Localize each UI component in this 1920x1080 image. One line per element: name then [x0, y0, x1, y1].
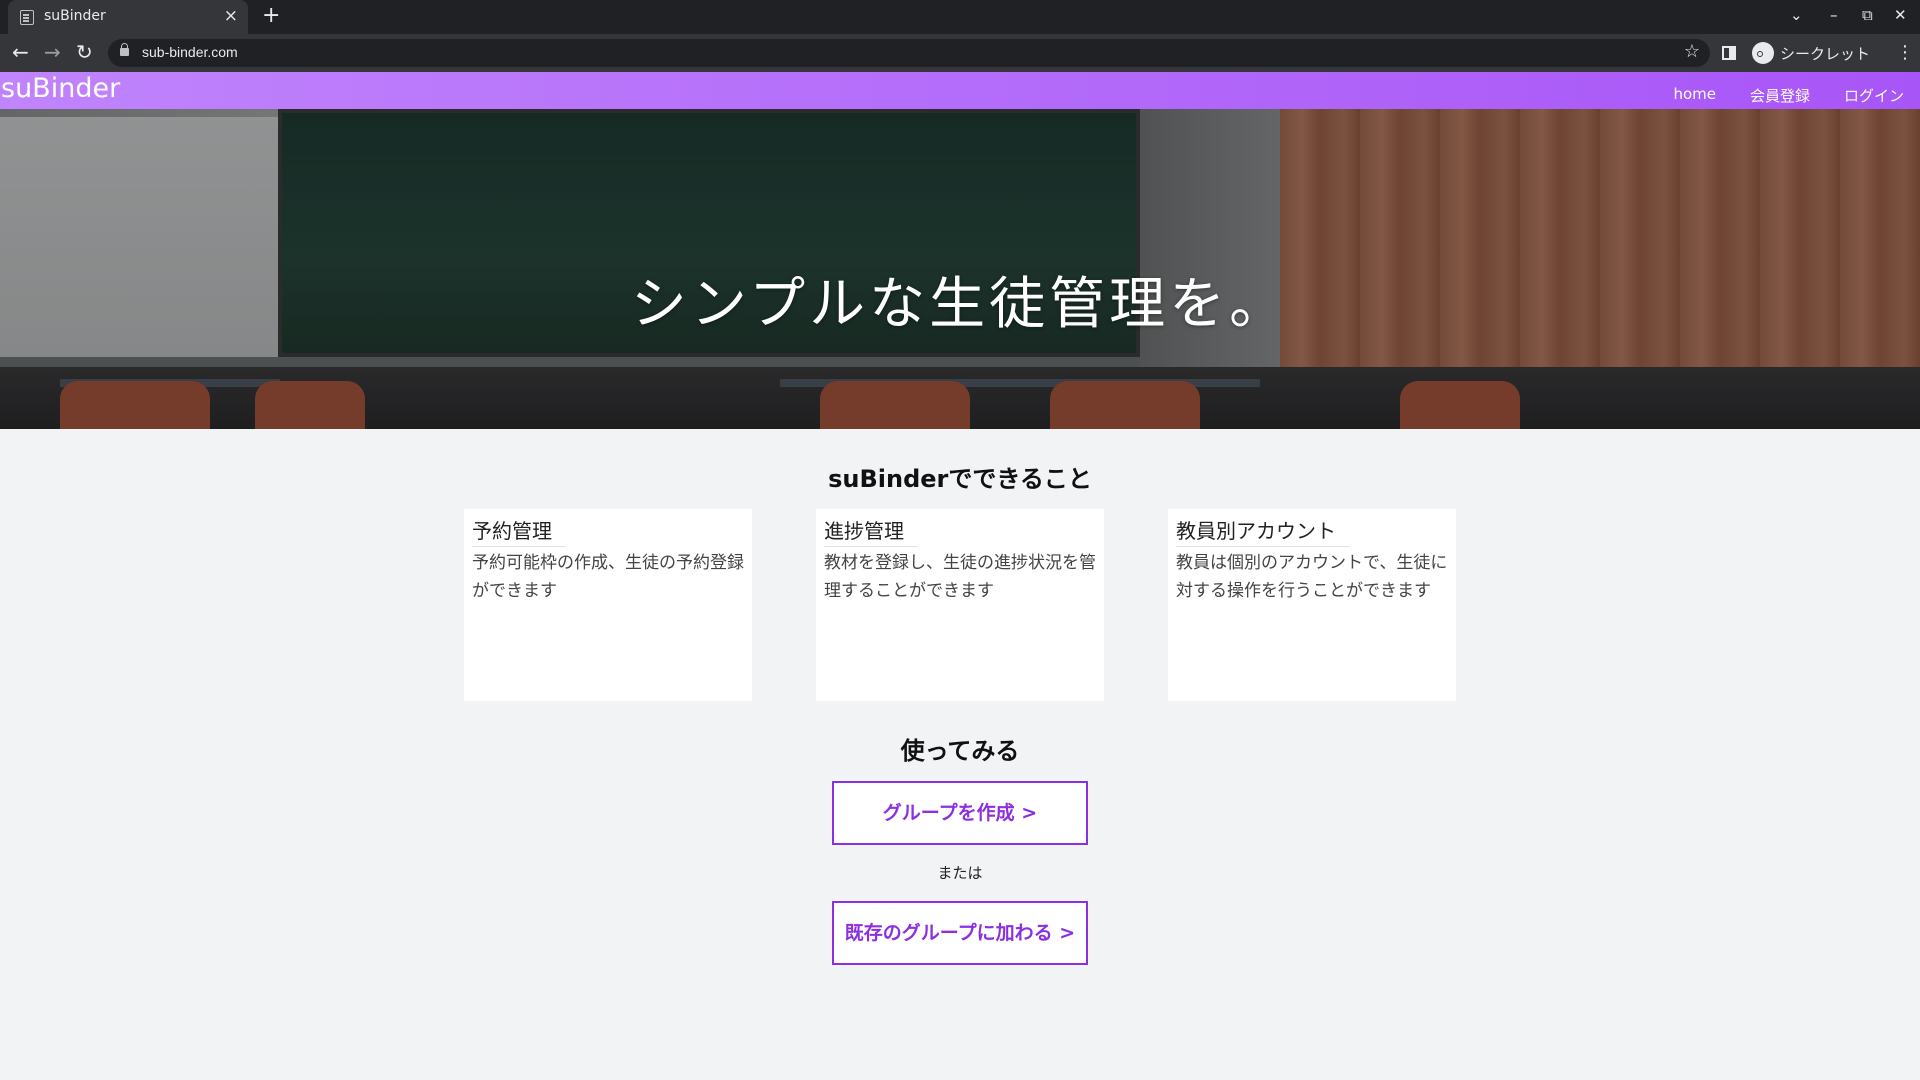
url-text[interactable]: sub-binder.com — [142, 44, 238, 60]
feature-card-description: 教材を登録し、生徒の進捗状況を管理することができます — [824, 553, 1096, 601]
feature-card-title: 予約管理 — [472, 515, 566, 547]
or-separator: または — [937, 864, 983, 882]
minimize-icon[interactable]: – — [1830, 6, 1838, 24]
hero-title: シンプルな生徒管理を。 — [630, 272, 1290, 337]
nav-home-link[interactable]: home — [1673, 85, 1716, 106]
browser-toolbar: ← → ↻ sub-binder.com ☆ シークレット ⋮ — [0, 34, 1920, 72]
forward-icon[interactable]: → — [44, 40, 61, 64]
bookmark-star-icon[interactable]: ☆ — [1684, 41, 1700, 62]
join-group-button[interactable]: 既存のグループに加わる > — [832, 901, 1088, 965]
incognito-icon — [1752, 42, 1774, 64]
site-nav: home 会員登録 ログイン — [1673, 85, 1904, 106]
feature-card-progress: 進捗管理 教材を登録し、生徒の進捗状況を管理することができます — [816, 509, 1104, 701]
site-logo[interactable]: suBinder — [1, 73, 120, 104]
try-heading: 使ってみる — [900, 737, 1020, 765]
tab-close-icon[interactable]: × — [224, 6, 238, 26]
feature-card-description: 予約可能枠の作成、生徒の予約登録ができます — [472, 553, 744, 601]
site-header: suBinder home 会員登録 ログイン — [0, 72, 1920, 109]
browser-tab-bar: suBinder × + ⌄ – ⧉ ✕ — [0, 0, 1920, 34]
restore-icon[interactable]: ⧉ — [1862, 6, 1873, 24]
back-icon[interactable]: ← — [12, 40, 29, 64]
browser-tab[interactable]: suBinder × — [8, 0, 248, 34]
tab-title: suBinder — [44, 8, 106, 24]
features-heading: suBinderでできること — [828, 465, 1092, 493]
incognito-profile-button[interactable]: シークレット — [1748, 40, 1878, 66]
feature-card-title: 教員別アカウント — [1176, 515, 1350, 547]
hero-banner: シンプルな生徒管理を。 — [0, 109, 1920, 429]
feature-card-description: 教員は個別のアカウントで、生徒に対する操作を行うことができます — [1176, 553, 1448, 601]
create-group-button[interactable]: グループを作成 > — [832, 781, 1088, 845]
new-tab-icon[interactable]: + — [262, 3, 280, 28]
feature-card-teacher-accounts: 教員別アカウント 教員は個別のアカウントで、生徒に対する操作を行うことができます — [1168, 509, 1456, 701]
tab-search-icon[interactable]: ⌄ — [1790, 6, 1803, 24]
nav-register-link[interactable]: 会員登録 — [1750, 85, 1810, 106]
incognito-label: シークレット — [1780, 45, 1871, 63]
page-favicon-icon — [20, 10, 34, 25]
address-bar[interactable]: sub-binder.com ☆ — [108, 39, 1710, 67]
feature-card-reservation: 予約管理 予約可能枠の作成、生徒の予約登録ができます — [464, 509, 752, 701]
side-panel-icon[interactable] — [1722, 46, 1736, 60]
nav-login-link[interactable]: ログイン — [1844, 85, 1904, 106]
browser-menu-icon[interactable]: ⋮ — [1896, 42, 1914, 63]
feature-card-title: 進捗管理 — [824, 515, 918, 547]
reload-icon[interactable]: ↻ — [76, 40, 93, 64]
lock-icon[interactable] — [120, 43, 129, 56]
window-close-icon[interactable]: ✕ — [1894, 6, 1907, 24]
